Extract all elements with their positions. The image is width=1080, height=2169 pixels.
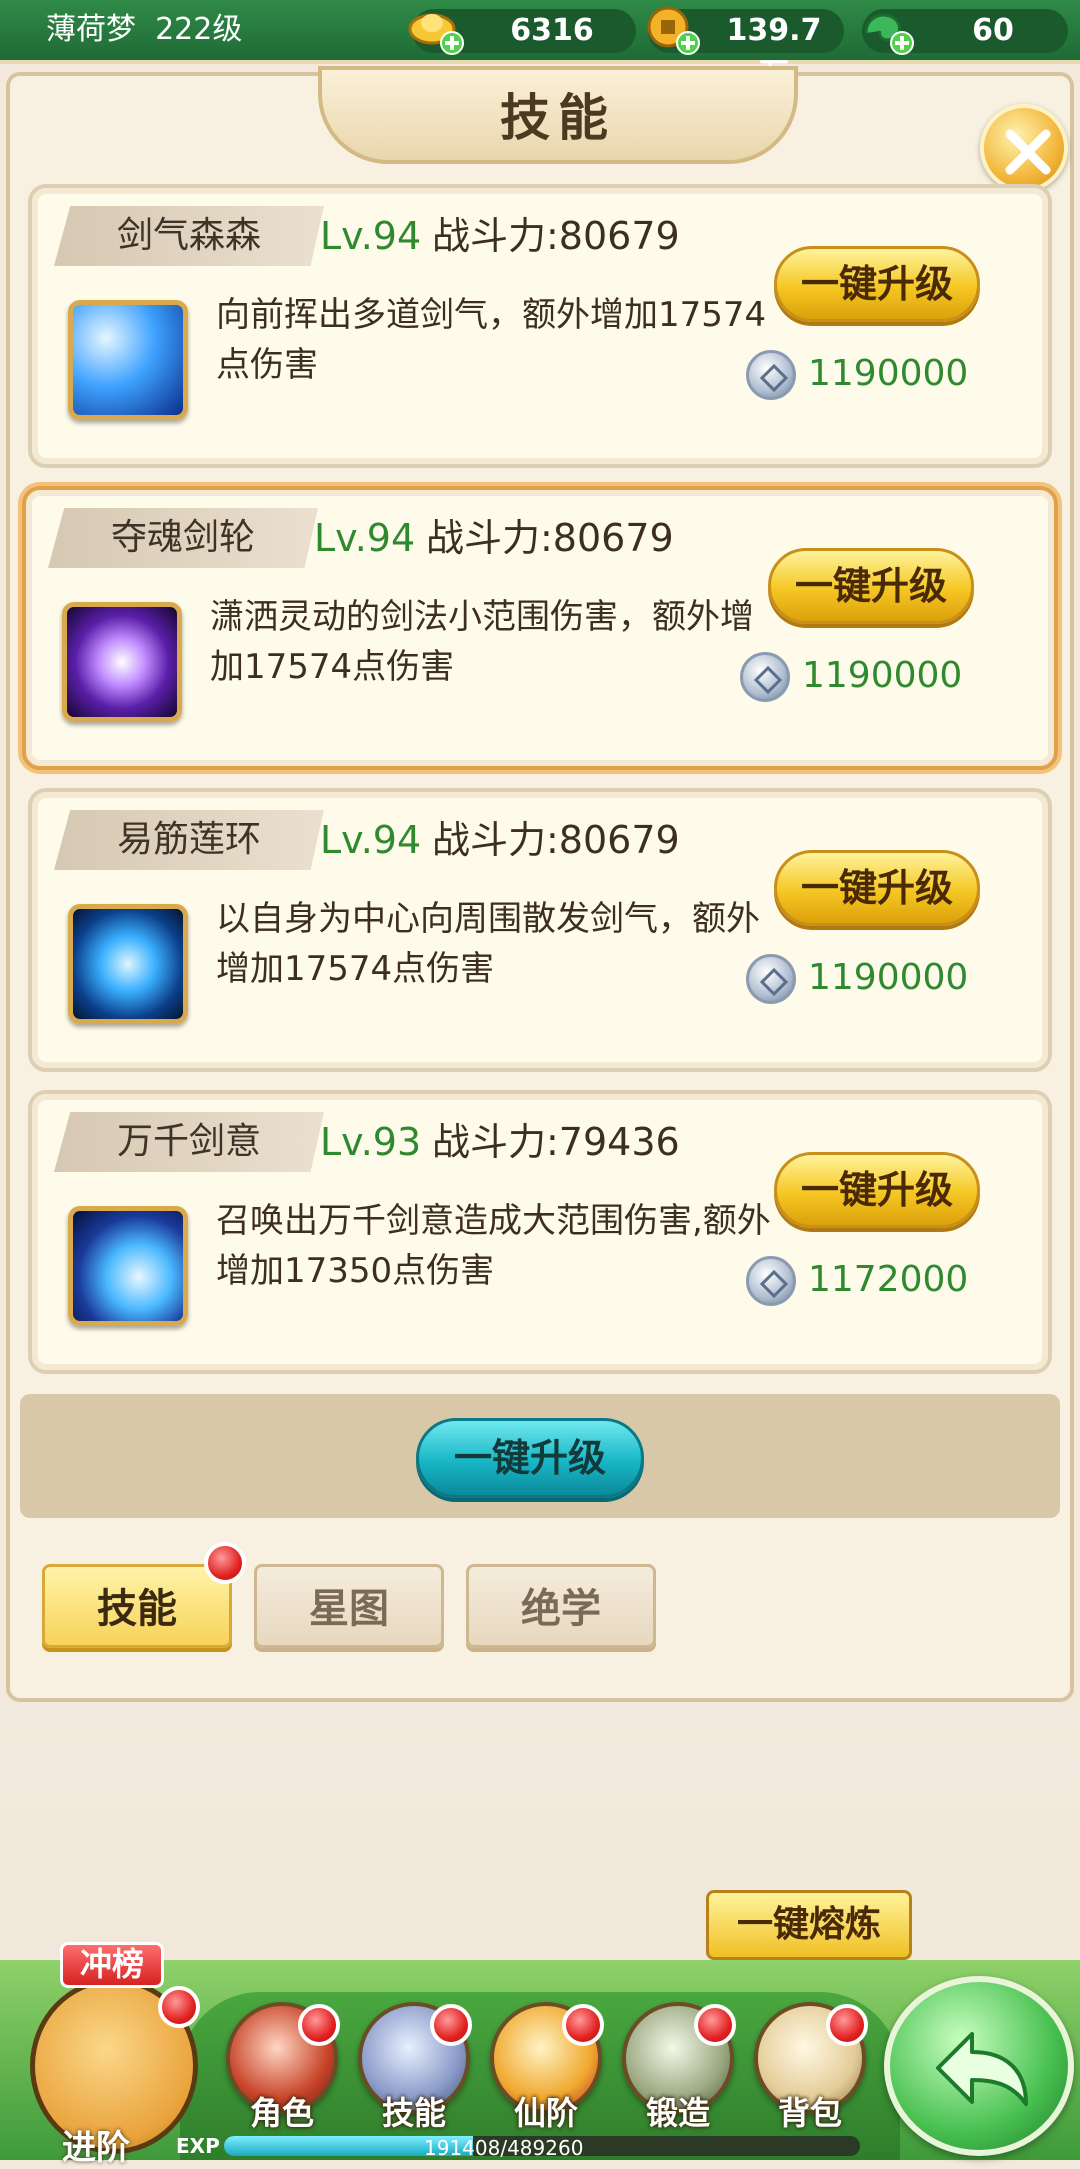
jade-icon: [864, 13, 914, 55]
skill-level: Lv.94: [320, 818, 422, 862]
skill-name: 剑气森森: [54, 206, 324, 266]
skill-power: 战斗力:80679: [426, 516, 674, 560]
notification-dot: [562, 2004, 604, 2046]
back-button[interactable]: [884, 1976, 1074, 2156]
tab-star-chart[interactable]: 星图: [254, 1564, 444, 1648]
skill-level: Lv.94: [320, 214, 422, 258]
upgrade-button[interactable]: 一键升级: [774, 246, 980, 322]
player-info: 薄荷梦 222级: [46, 10, 242, 50]
skill-name: 易筋莲环: [54, 810, 324, 870]
player-level: 222级: [155, 12, 243, 47]
player-name: 薄荷梦: [46, 12, 136, 47]
nav-label-immortal-rank[interactable]: 仙阶: [486, 2088, 606, 2134]
notification-dot: [158, 1986, 200, 2028]
skill-level: Lv.94: [314, 516, 416, 560]
copper-coin-resource[interactable]: 139.7万: [647, 6, 844, 92]
skill-card[interactable]: 万千剑意 Lv.93 战斗力:79436 召唤出万千剑意造成大范围伤害,额外增加…: [28, 1090, 1052, 1374]
close-icon: [1005, 129, 1051, 175]
silver-coin-icon: [746, 954, 796, 1004]
lotus-ring-skill-icon: [68, 904, 188, 1024]
upgrade-cost: 1190000: [802, 655, 963, 696]
tab-skills[interactable]: 技能: [42, 1564, 232, 1648]
notification-dot: [694, 2004, 736, 2046]
nav-label-forge[interactable]: 锻造: [618, 2088, 738, 2134]
top-bar: 薄荷梦 222级 6316 139.7万 60: [0, 0, 1080, 92]
skill-name: 夺魂剑轮: [48, 508, 318, 568]
skill-power: 战斗力:80679: [432, 818, 680, 862]
skill-card[interactable]: 剑气森森 Lv.94 战斗力:80679 向前挥出多道剑气，额外增加17574点…: [28, 184, 1052, 468]
advance-label[interactable]: 进阶: [62, 2120, 130, 2169]
nav-label-skills[interactable]: 技能: [354, 2088, 474, 2134]
exp-text: 191408/489260: [424, 2136, 584, 2160]
notification-dot: [298, 2004, 340, 2046]
soul-wheel-skill-icon: [62, 602, 182, 722]
upgrade-cost: 1190000: [808, 353, 969, 394]
nav-label-backpack[interactable]: 背包: [750, 2088, 870, 2134]
upgrade-cost: 1190000: [808, 957, 969, 998]
close-button[interactable]: [980, 104, 1068, 192]
notification-dot: [826, 2004, 868, 2046]
upgrade-cost: 1172000: [808, 1259, 969, 1300]
skill-description: 召唤出万千剑意造成大范围伤害,额外增加17350点伤害: [216, 1201, 771, 1291]
upgrade-all-button[interactable]: 一键升级: [416, 1418, 644, 1498]
upgrade-button[interactable]: 一键升级: [774, 1152, 980, 1228]
gold-ingot-icon: [408, 13, 464, 55]
skill-description: 向前挥出多道剑气，额外增加17574点伤害: [216, 295, 767, 385]
skill-level: Lv.93: [320, 1120, 422, 1164]
silver-coin-icon: [740, 652, 790, 702]
rank-badge[interactable]: 冲榜: [60, 1942, 164, 1988]
tab-ultimate[interactable]: 绝学: [466, 1564, 656, 1648]
skill-description: 潇洒灵动的剑法小范围伤害，额外增加17574点伤害: [210, 597, 754, 687]
nav-label-character[interactable]: 角色: [222, 2088, 342, 2134]
gold-ingot-resource[interactable]: 6316: [408, 9, 636, 55]
skill-power: 战斗力:80679: [432, 214, 680, 258]
copper-coin-icon: [647, 6, 700, 55]
smelt-all-button[interactable]: 一键熔炼: [706, 1890, 912, 1960]
sword-qi-skill-icon: [68, 300, 188, 420]
page-title: 技能: [318, 66, 798, 164]
silver-coin-icon: [746, 350, 796, 400]
skill-power: 战斗力:79436: [432, 1120, 680, 1164]
notification-dot: [204, 1542, 246, 1584]
back-arrow-icon: [936, 2032, 1028, 2106]
skill-card[interactable]: 易筋莲环 Lv.94 战斗力:80679 以自身为中心向周围散发剑气，额外增加1…: [28, 788, 1052, 1072]
jade-value: 60: [972, 13, 1014, 48]
notification-dot: [430, 2004, 472, 2046]
myriad-swords-skill-icon: [68, 1206, 188, 1326]
gold-ingot-value: 6316: [510, 13, 594, 48]
skill-name: 万千剑意: [54, 1112, 324, 1172]
upgrade-button[interactable]: 一键升级: [774, 850, 980, 926]
jade-resource[interactable]: 60: [862, 9, 1068, 55]
exp-label: EXP: [176, 2134, 220, 2158]
skill-description: 以自身为中心向周围散发剑气，额外增加17574点伤害: [216, 899, 760, 989]
silver-coin-icon: [746, 1256, 796, 1306]
upgrade-button[interactable]: 一键升级: [768, 548, 974, 624]
skill-card[interactable]: 夺魂剑轮 Lv.94 战斗力:80679 潇洒灵动的剑法小范围伤害，额外增加17…: [22, 486, 1058, 770]
